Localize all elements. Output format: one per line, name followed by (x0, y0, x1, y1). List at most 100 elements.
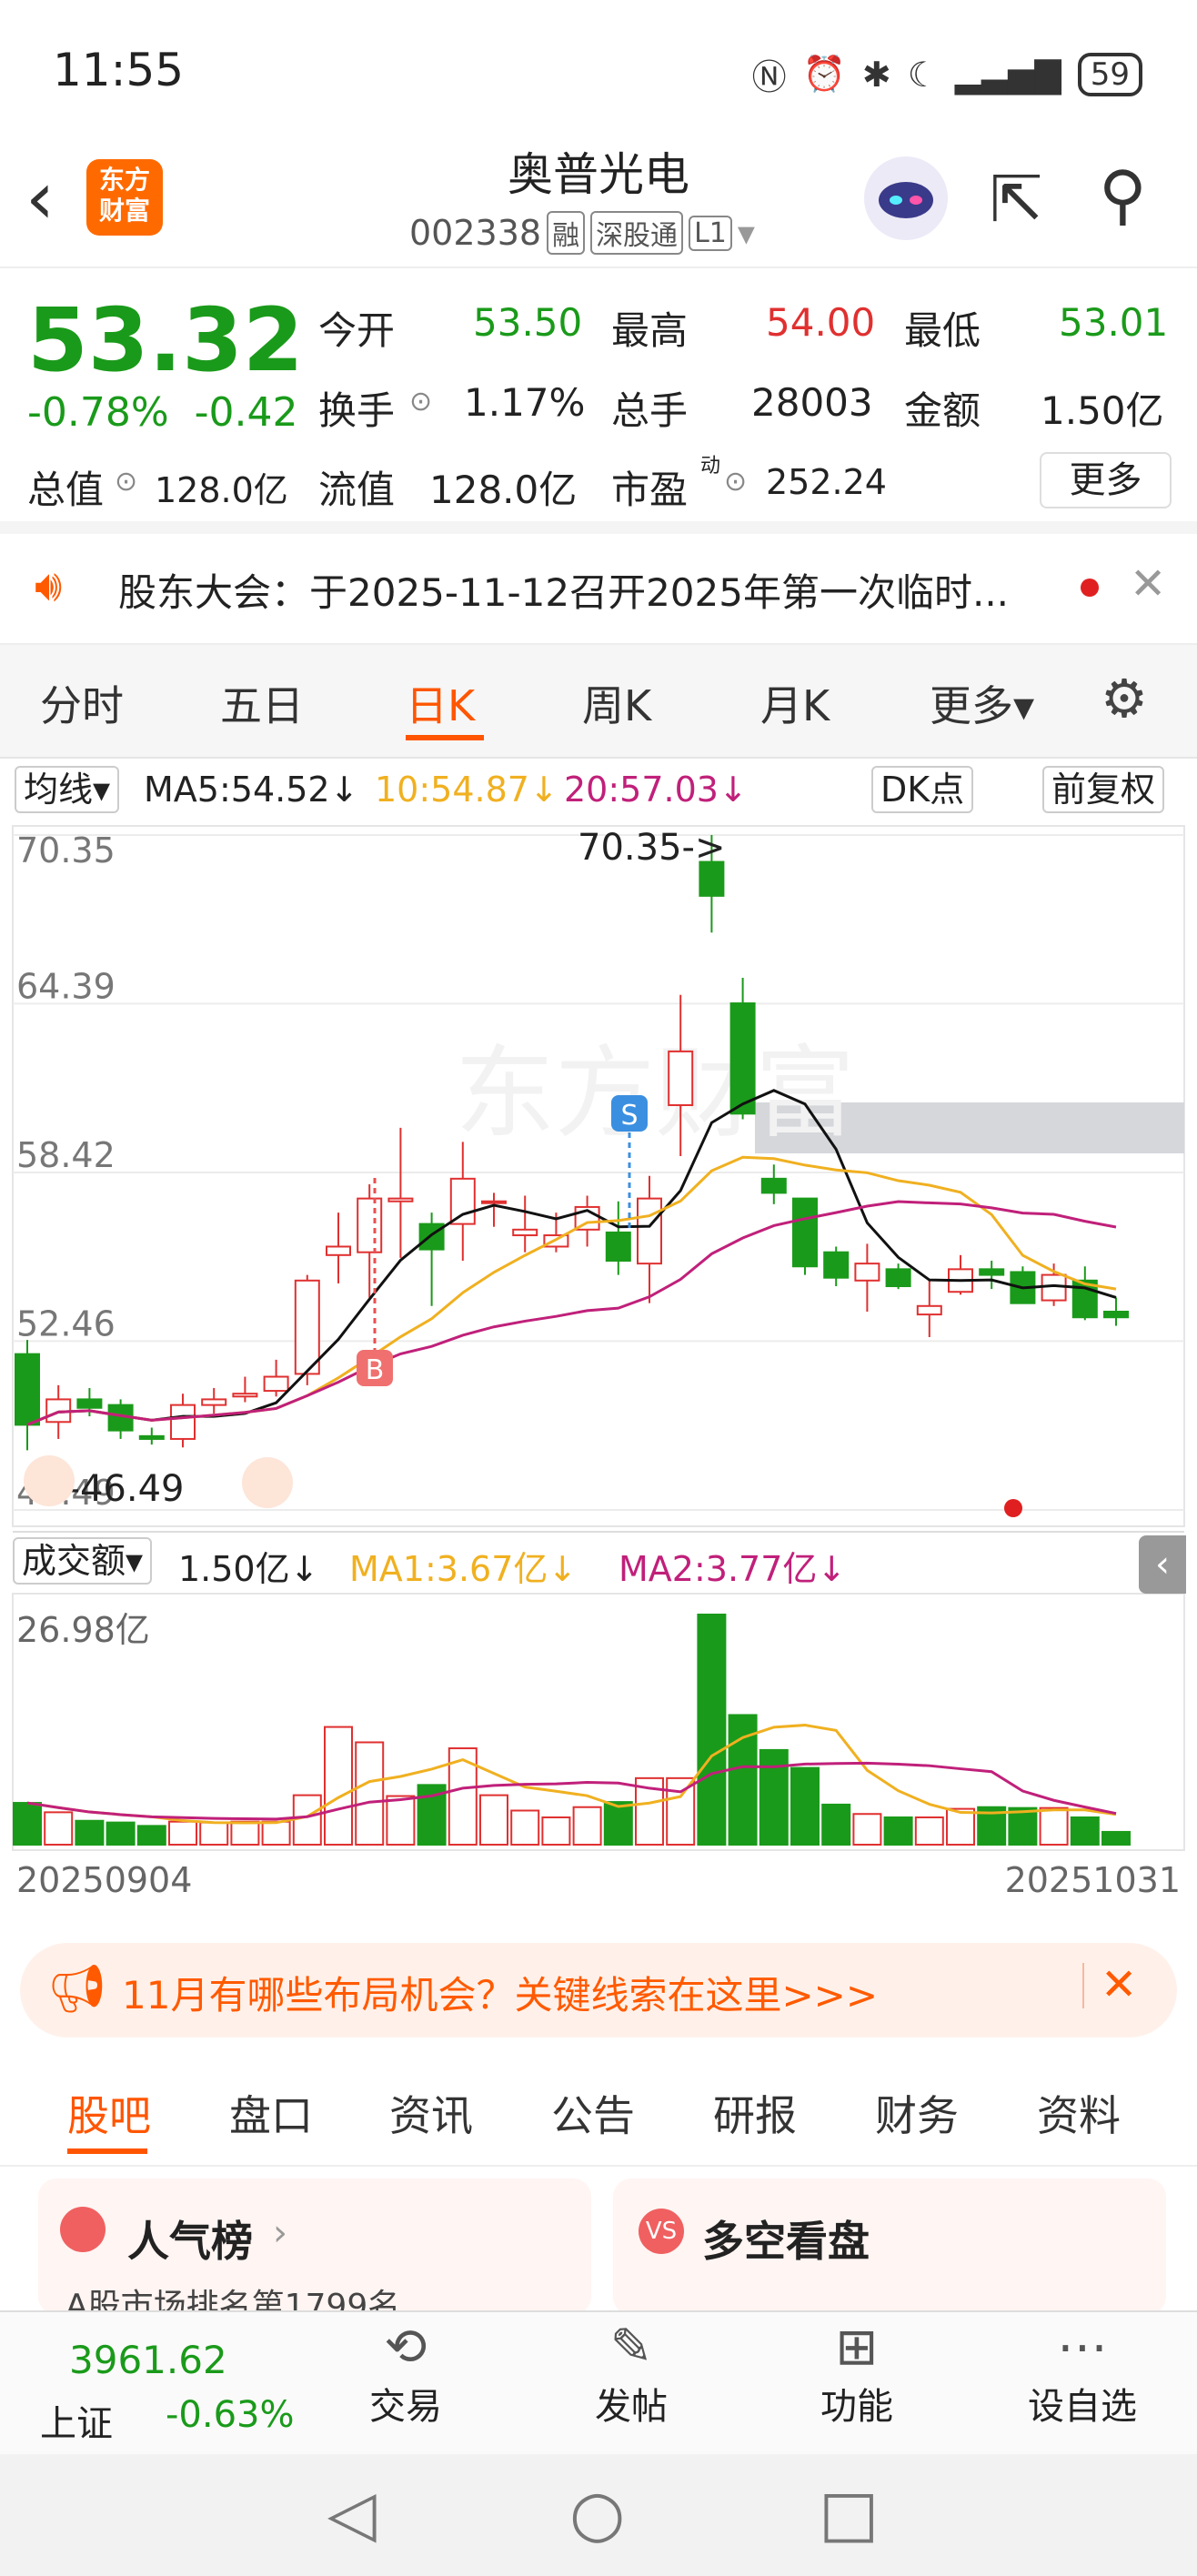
turnover-value: 1.17% (464, 380, 586, 425)
close-icon[interactable]: ✕ (1101, 1959, 1137, 2010)
expand-icon[interactable] (242, 1457, 293, 1508)
chevron-down-icon[interactable]: ▾ (738, 213, 755, 253)
long-short-card[interactable] (613, 2179, 1166, 2315)
volume-bar (230, 1820, 260, 1846)
promo-text[interactable]: 11月有哪些布局机会？关键线索在这里>>> (122, 1965, 878, 2020)
moon-icon: ☾ (907, 54, 939, 95)
bluetooth-icon: ✱ (861, 54, 891, 95)
volume-selector[interactable]: 成交额▾ (13, 1537, 153, 1585)
nav-post[interactable]: ✎ 发帖 (568, 2318, 695, 2430)
volume-bar (292, 1794, 322, 1846)
speaker-icon: 🔊︎ (35, 560, 63, 611)
float-value-label: 流值 (318, 468, 396, 512)
index-name[interactable]: 上证 (40, 2394, 113, 2447)
candle-body (232, 1393, 258, 1398)
watermark: 东方财富 (455, 1038, 855, 1150)
amount-value: 1.50亿 (1041, 388, 1164, 433)
volume-bar (1101, 1830, 1131, 1846)
popularity-title: 人气榜 (127, 2217, 253, 2266)
volume-bar (13, 1802, 42, 1846)
tab-daily-k[interactable]: 日K (406, 673, 475, 733)
volume-bar (106, 1821, 136, 1846)
candle-body (1103, 1311, 1129, 1319)
ma-selector[interactable]: 均线▾ (15, 766, 120, 813)
open-label: 今开 (318, 308, 396, 353)
status-time: 11:55 (53, 44, 185, 96)
volume-bar (697, 1614, 727, 1846)
pe-label: 市盈 (611, 468, 689, 512)
volume-bar (1070, 1816, 1100, 1846)
volume-bar (603, 1801, 633, 1846)
tab-research[interactable]: 研报 (713, 2083, 797, 2143)
status-bar: 11:55 Ⓝ ⏰ ✱ ☾ ▂▃▅▇ 59 (0, 0, 1197, 136)
info-icon[interactable]: ⊙ (115, 466, 137, 498)
volume-bar (136, 1825, 166, 1846)
edit-icon: ✎ (609, 2318, 653, 2377)
tab-intraday[interactable]: 分时 (40, 673, 124, 733)
candle-body (387, 1197, 414, 1202)
gear-icon[interactable]: ⚙ (1101, 668, 1148, 730)
volume-bar (510, 1809, 540, 1846)
info-icon[interactable]: ⊙ (724, 466, 747, 498)
tab-profile[interactable]: 资料 (1037, 2083, 1121, 2143)
nav-trade[interactable]: ⟲ 交易 (342, 2318, 469, 2430)
volume-bar (790, 1766, 820, 1846)
low-label: 最低 (904, 308, 981, 353)
kline-chart[interactable]: 东方财富 70.3564.3958.4252.4646.49 70.35-> <… (0, 819, 1197, 1901)
candle-body (979, 1268, 1005, 1276)
tab-active-underline (67, 2148, 147, 2154)
dk-point-button[interactable]: DK点 (871, 766, 974, 813)
svg-text:B: B (366, 1354, 385, 1386)
more-button[interactable]: 更多 (1040, 452, 1172, 508)
close-icon[interactable]: ✕ (1130, 558, 1166, 609)
volume-bar (386, 1795, 416, 1846)
tab-financials[interactable]: 财务 (875, 2083, 959, 2143)
ma10-value: 10:54.87↓ (375, 770, 558, 810)
tab-news[interactable]: 资讯 (389, 2083, 473, 2143)
nfc-icon: Ⓝ (751, 57, 787, 97)
candle-body (605, 1231, 631, 1263)
search-icon[interactable]: ⚲ (1099, 156, 1147, 233)
candle-body (138, 1434, 165, 1440)
tab-monthly-k[interactable]: 月K (760, 673, 830, 733)
candle-body (170, 1404, 196, 1440)
volume-bar (1008, 1806, 1038, 1846)
volume-bar (1039, 1806, 1069, 1846)
tab-announcements[interactable]: 公告 (551, 2083, 635, 2143)
home-icon[interactable]: ○ (569, 2476, 625, 2551)
index-change[interactable]: -0.63% (166, 2394, 295, 2436)
tag-margin: 融 (547, 211, 586, 255)
nav-functions[interactable]: ⊞ 功能 (793, 2318, 920, 2430)
more-dots-icon: ⋯ (1057, 2318, 1108, 2377)
recents-icon[interactable]: □ (819, 2476, 879, 2551)
ai-assistant-icon[interactable] (864, 156, 948, 240)
volume-bar (666, 1776, 696, 1846)
chevron-left-icon[interactable]: ‹ (1139, 1535, 1186, 1594)
candle-body (668, 1050, 694, 1106)
volume-bar (883, 1816, 913, 1846)
signal-icon: ▂▃▅▇ (954, 54, 1061, 95)
back-icon[interactable]: ◁ (327, 2476, 377, 2551)
tab-five-day[interactable]: 五日 (220, 673, 304, 733)
tag-level: L1 (689, 215, 732, 251)
adjust-button[interactable]: 前复权 (1042, 766, 1165, 813)
volume-bar (541, 1816, 571, 1846)
index-value[interactable]: 3961.62 (69, 2338, 227, 2382)
system-nav: ◁ ○ □ (0, 2454, 1197, 2576)
tab-more[interactable]: 更多▾ (930, 673, 1034, 733)
collapse-left-icon[interactable] (24, 1455, 75, 1506)
volume-max-label: 26.98亿 (16, 1610, 150, 1650)
ma20-line (26, 1200, 1117, 1426)
volume-bar (479, 1794, 508, 1846)
candle-body (201, 1398, 227, 1406)
notice-text[interactable]: 股东大会：于2025-11-12召开2025年第一次临时... (118, 562, 1009, 618)
tab-order-book[interactable]: 盘口 (229, 2083, 313, 2143)
candle-body (1041, 1273, 1067, 1302)
high-label: 最高 (611, 308, 689, 353)
nav-add-watchlist[interactable]: ⋯ 设自选 (1019, 2318, 1146, 2430)
tab-weekly-k[interactable]: 周K (582, 673, 651, 733)
share-icon[interactable]: ⇱ (990, 162, 1043, 236)
info-icon[interactable]: ⊙ (409, 386, 432, 418)
tab-forum[interactable]: 股吧 (67, 2083, 151, 2143)
volume-bar (75, 1819, 105, 1846)
